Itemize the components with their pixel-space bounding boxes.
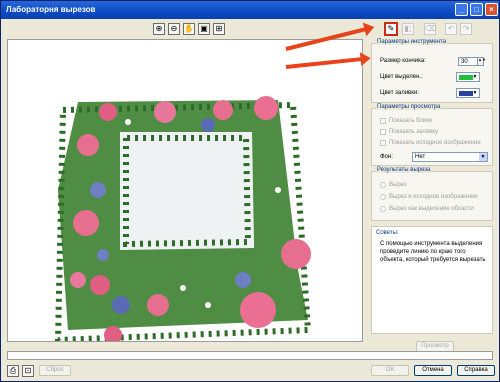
preview-params-title: Параметры просмотра (376, 104, 442, 110)
tool-params-title: Параметры инструмента (376, 39, 448, 45)
tips-title: Советы: (376, 230, 399, 236)
show-original-checkbox[interactable] (380, 140, 386, 146)
actual-size-icon[interactable]: ⊞ (213, 23, 225, 35)
progress-bar (7, 351, 493, 360)
chevron-down-icon: ▼ (472, 90, 478, 96)
fill-color-label: Цвет заливки: (380, 90, 419, 96)
brush-size-input[interactable]: 30 ▲▼ (458, 57, 486, 66)
background-label: Фон: (380, 154, 393, 160)
close-button[interactable]: × (485, 3, 498, 16)
cut-original-option-radio[interactable] (380, 194, 386, 200)
background-value: Нет (415, 154, 426, 160)
help-button[interactable]: Справка (457, 365, 495, 376)
highlight-brush-icon[interactable]: ✎ (384, 22, 398, 36)
tips-group: Советы: С помощью инструмента выделения … (371, 226, 493, 334)
brush-size-label: Размер кончика: (380, 58, 426, 64)
ok-button[interactable]: OK (371, 365, 409, 376)
fit-window-icon[interactable]: ▣ (198, 23, 210, 35)
maximize-button[interactable]: □ (470, 3, 483, 16)
reset-button[interactable]: Сброс (39, 365, 71, 376)
show-highlight-label: Показать блики (389, 118, 433, 124)
chevron-down-icon: ▼ (472, 74, 478, 80)
hand-icon[interactable]: ✋ (183, 23, 195, 35)
show-highlight-checkbox[interactable] (380, 118, 386, 124)
redo-icon[interactable]: ↷ (460, 23, 472, 35)
brush-size-value: 30 (461, 59, 468, 65)
image-canvas[interactable] (7, 39, 363, 342)
undo-icon[interactable]: ↶ (445, 23, 457, 35)
highlight-color-picker[interactable]: ▼ (456, 72, 480, 82)
cut-original-option-label: Вырез и исходное изображение (389, 194, 478, 200)
tool-params-group: Параметры инструмента Размер кончика: 30… (371, 39, 493, 103)
cut-selection-option-label: Вырез как выделение области (389, 206, 474, 212)
fill-color-swatch (459, 91, 473, 96)
cut-option-label: Вырез (389, 182, 407, 188)
fill-color-picker[interactable]: ▼ (456, 88, 480, 98)
cut-results-title: Результаты выреза (376, 167, 432, 173)
spin-arrows-icon[interactable]: ▲▼ (477, 57, 486, 66)
show-fill-checkbox[interactable] (380, 129, 386, 135)
fill-icon[interactable]: ◧ (402, 23, 414, 35)
highlight-color-label: Цвет выделен.: (380, 74, 423, 80)
options-panel: Параметры инструмента Размер кончика: 30… (371, 39, 493, 352)
wreath-image (54, 96, 312, 341)
zoom-out-icon[interactable]: ⊖ (168, 23, 180, 35)
eraser-icon[interactable]: ⌫ (424, 23, 436, 35)
cut-results-group: Результаты выреза Вырез Вырез и исходное… (371, 167, 493, 221)
open-image-icon[interactable]: ⎙ (7, 365, 19, 377)
highlight-color-swatch (459, 75, 473, 80)
chevron-down-icon: ▼ (479, 153, 487, 161)
show-fill-label: Показать заливку (389, 129, 438, 135)
zoom-in-icon[interactable]: ⊕ (153, 23, 165, 35)
cancel-button[interactable]: Отмена (414, 365, 452, 376)
background-select[interactable]: Нет ▼ (412, 152, 488, 162)
cut-selection-option-radio[interactable] (380, 206, 386, 212)
preview-params-group: Параметры просмотра Показать блики Показ… (371, 104, 493, 166)
cutout-lab-window: Лабораторня вырезов _ □ × ⊕ ⊖ ✋ ▣ ⊞ ✎ ◧ … (0, 0, 500, 382)
tips-text: С помощью инструмента выделения проведит… (380, 241, 486, 263)
minimize-button[interactable]: _ (455, 3, 468, 16)
cut-option-radio[interactable] (380, 182, 386, 188)
title-bar[interactable]: Лабораторня вырезов _ □ × (1, 1, 499, 19)
save-image-icon[interactable]: ⊡ (22, 365, 34, 377)
show-original-label: Показать исходное изображение (389, 140, 481, 146)
window-title: Лабораторня вырезов (6, 5, 96, 14)
